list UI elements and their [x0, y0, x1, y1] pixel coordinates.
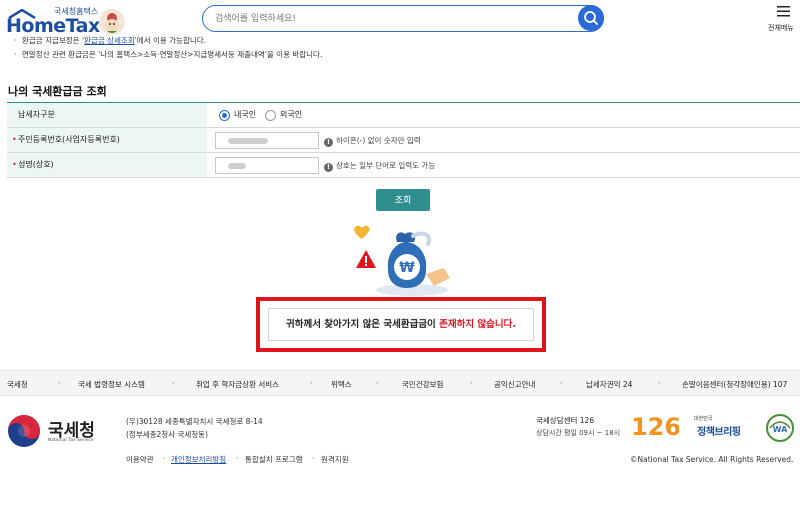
svg-text:₩: ₩: [399, 260, 415, 276]
hamburger-icon: [777, 6, 790, 17]
separator-dot: ·: [312, 454, 315, 463]
name-cell: ! 상호는 일부 단어로 입력도 가능: [207, 153, 800, 177]
related-site-link[interactable]: 위택스: [331, 379, 352, 390]
form-row-name: • 성명(상호) ! 상호는 일부 단어로 입력도 가능: [7, 153, 800, 178]
nts-subtitle: National Tax Service: [48, 438, 94, 443]
notice-text: 연말정산 관련 환급금은 '나의 홈택스>소득·연말정산>지급명세서등 제출내역…: [22, 50, 323, 59]
separator-dot: ·: [172, 379, 175, 388]
required-mark: •: [12, 135, 17, 144]
separator-dot: ·: [236, 454, 239, 463]
separator-dot: ·: [376, 379, 379, 388]
form-row-resident-no: • 주민등록번호(사업자등록번호) ! 하이픈(-) 없이 숫자만 입력: [7, 128, 800, 153]
form-row-taxpayer-type: 납세자구분 내국인 외국인: [7, 103, 800, 128]
terms-link[interactable]: 이용약관: [126, 454, 154, 465]
related-site-link[interactable]: 손말이음센터(청각장애인용) 107: [682, 379, 787, 390]
taxpayer-type-options: 내국인 외국인: [207, 103, 800, 127]
domestic-radio[interactable]: [219, 110, 230, 121]
info-icon: !: [324, 163, 333, 172]
search-bar: [202, 5, 604, 32]
foreign-label[interactable]: 외국인: [280, 109, 302, 120]
privacy-policy-link[interactable]: 개인정보처리방침: [171, 454, 226, 465]
result-text: 귀하께서 찾아가지 않은 국세환급금이: [286, 319, 440, 330]
resident-no-cell: ! 하이픈(-) 없이 숫자만 입력: [207, 128, 800, 152]
resident-no-hint: ! 하이픈(-) 없이 숫자만 입력: [324, 135, 421, 147]
nts-logo[interactable]: 국세청 National Tax Service: [7, 414, 117, 450]
resident-no-label: • 주민등록번호(사업자등록번호): [7, 128, 207, 152]
address-line: (정부세종2청사 국세청동): [126, 430, 209, 439]
call-126-logo[interactable]: 126: [633, 413, 679, 439]
related-site-link[interactable]: 국세 법령정보 시스템: [78, 379, 145, 390]
result-alert-box: 귀하께서 찾아가지 않은 국세환급금이 존재하지 않습니다.: [256, 297, 546, 352]
notice-text: '에서 이용 가능합니다.: [134, 36, 207, 45]
foreign-radio[interactable]: [265, 110, 276, 121]
query-button[interactable]: 조회: [376, 189, 430, 211]
resident-no-hint-text: 하이픈(-) 없이 숫자만 입력: [336, 136, 421, 145]
name-input[interactable]: [215, 157, 319, 174]
separator-dot: ·: [310, 379, 313, 388]
all-menu-button[interactable]: 전체메뉴: [768, 4, 798, 36]
policy-logo-small: 대한민국: [694, 416, 713, 422]
header: 국세청홈택스 HomeTax 전체메뉴: [0, 0, 800, 40]
notice-text: 환급금 지급보정은 ': [22, 36, 85, 45]
page-title: 나의 국세환급금 조회: [8, 85, 107, 98]
mascot-icon: [99, 9, 125, 35]
related-site-link[interactable]: 공익신고안내: [494, 379, 535, 390]
policy-briefing-logo[interactable]: 대한민국 정책브리핑: [694, 415, 750, 439]
masked-value: [228, 163, 246, 169]
separator-dot: ·: [163, 454, 166, 463]
name-label-text: 성명(상호): [18, 160, 54, 169]
related-site-link[interactable]: 취업 후 학자금상환 서비스: [196, 379, 279, 390]
call-center-title: 국세상담센터 126: [536, 416, 595, 425]
result-message: 귀하께서 찾아가지 않은 국세환급금이 존재하지 않습니다.: [268, 308, 534, 341]
call-126-text: 126: [633, 413, 679, 439]
resident-no-input[interactable]: [215, 132, 319, 149]
policy-logo-text: 정책브리핑: [697, 427, 741, 438]
taegeuk-emblem-icon: [8, 415, 40, 447]
related-site-link[interactable]: 납세자권익 24: [586, 379, 632, 390]
money-bag-warning-illustration: ₩: [354, 225, 450, 296]
all-menu-label: 전체메뉴: [768, 24, 794, 32]
refund-detail-link[interactable]: 환급금 상세조회: [84, 36, 135, 45]
separator-dot: ·: [658, 379, 661, 388]
masked-value: [228, 138, 268, 144]
copyright: ©National Tax Service. All Rights Reserv…: [630, 455, 794, 464]
logo-title: HomeTax: [6, 15, 100, 37]
name-hint-text: 상호는 일부 단어로 입력도 가능: [336, 161, 436, 170]
separator-dot: ·: [58, 379, 61, 388]
install-program-link[interactable]: 통합설치 프로그램: [245, 454, 303, 465]
heart-icon: [354, 225, 370, 239]
result-emphasis: 존재하지 않습니다.: [439, 319, 516, 330]
domestic-label[interactable]: 내국인: [234, 109, 256, 120]
refund-query-form: 납세자구분 내국인 외국인 • 주민등록번호(사업자등록번호) ! 하이픈(-) 없…: [7, 102, 800, 178]
related-site-link[interactable]: 국세청: [7, 379, 28, 390]
search-icon: [584, 11, 598, 25]
taxpayer-type-label: 납세자구분: [7, 103, 207, 127]
related-sites-bar: 국세청 · 국세 법령정보 시스템 · 취업 후 학자금상환 서비스 · 위택스…: [0, 370, 800, 396]
search-button[interactable]: [578, 5, 604, 31]
required-mark: •: [12, 160, 17, 169]
notice-line: · 연말정산 관련 환급금은 '나의 홈택스>소득·연말정산>지급명세서등 제출내…: [14, 50, 323, 59]
name-label: • 성명(상호): [7, 153, 207, 177]
hometax-logo[interactable]: 국세청홈택스 HomeTax: [6, 6, 125, 37]
related-site-link[interactable]: 국민건강보험: [402, 379, 443, 390]
search-input[interactable]: [215, 11, 565, 27]
notice-line: · 환급금 지급보정은 '환급금 상세조회'에서 이용 가능합니다.: [14, 36, 207, 45]
remote-support-link[interactable]: 원격지원: [321, 454, 349, 465]
name-hint: ! 상호는 일부 단어로 입력도 가능: [324, 160, 435, 172]
wa-mark-text: WA: [773, 425, 788, 434]
separator-dot: ·: [470, 379, 473, 388]
resident-no-label-text: 주민등록번호(사업자등록번호): [18, 135, 120, 144]
info-icon: !: [324, 138, 333, 147]
web-accessibility-mark-icon[interactable]: WA: [762, 414, 798, 442]
separator-dot: ·: [560, 379, 563, 388]
address-line: (우)30128 세종특별자치시 국세청로 8-14: [126, 417, 263, 426]
call-center-hours: 상담시간 평일 09시 ~ 18시: [536, 429, 621, 437]
